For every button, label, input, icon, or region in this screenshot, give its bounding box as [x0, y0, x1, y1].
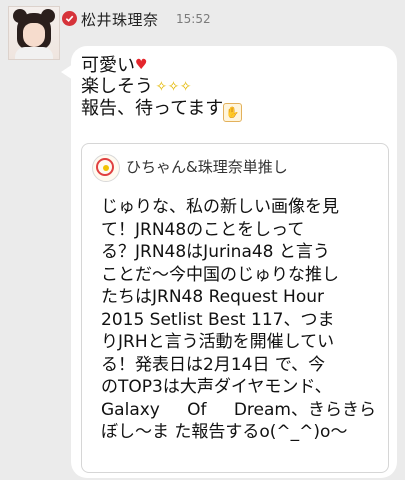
message-line-1: 可愛い [81, 55, 135, 76]
heart-icon: ♥ [135, 57, 148, 73]
message-text: 可愛い♥ 楽しそう ✧ ✧ ✧ 報告、待ってます ✋ [81, 55, 381, 122]
quote-word: Galaxy [101, 399, 160, 420]
message-bubble[interactable]: 可愛い♥ 楽しそう ✧ ✧ ✧ 報告、待ってます ✋ ひちゃん&珠理奈単推し じゅ… [61, 46, 397, 478]
quote-line: 2015 Setlist Best 117、つま [101, 309, 335, 330]
sender-name[interactable]: 松井珠理奈 [81, 9, 159, 30]
quote-line: る！発表日は2月14日 で、今 [101, 354, 326, 375]
message-line-2: 楽しそう [81, 76, 153, 97]
quote-line-justified: Galaxy Of Dream、きらきら [101, 399, 376, 422]
quote-body: じゅりな、私の新しい画像を見 て！JRN48のことをしって る？JRN48はJu… [101, 196, 376, 444]
verified-check-icon [62, 11, 77, 26]
raised-hands-icon: ✋ [223, 103, 243, 122]
quoted-message[interactable]: ひちゃん&珠理奈単推し じゅりな、私の新しい画像を見 て！JRN48のことをしっ… [81, 143, 389, 473]
quote-line: じゅりな、私の新しい画像を見 [101, 197, 339, 217]
quote-line: ぼし～ま た報告するo(^_^)o～ [101, 422, 348, 442]
quote-word: Dream、きらきら [233, 399, 376, 420]
quote-author-avatar [92, 154, 120, 182]
quote-line: りJRHと言う活動を開催してい [101, 332, 335, 352]
quote-line: ことだ～今中国のじゅりな推し [101, 264, 339, 285]
quote-word: Of [187, 399, 207, 420]
quote-author-name: ひちゃん&珠理奈単推し [126, 158, 288, 176]
quote-line: る？JRN48はJurina48 と言う [101, 242, 330, 262]
message-header: 松井珠理奈 15:52 [0, 0, 405, 60]
quote-line: のTOP3は大声ダイヤモンド、 [101, 377, 332, 397]
message-time: 15:52 [176, 12, 211, 26]
quote-line: たちはJRN48 Request Hour [101, 287, 324, 307]
sender-avatar[interactable] [8, 6, 60, 60]
quote-line: て！JRN48のことをしって [101, 219, 305, 240]
sparkles-icon: ✧ ✧ ✧ [153, 79, 191, 95]
message-line-3: 報告、待ってます [81, 98, 224, 119]
